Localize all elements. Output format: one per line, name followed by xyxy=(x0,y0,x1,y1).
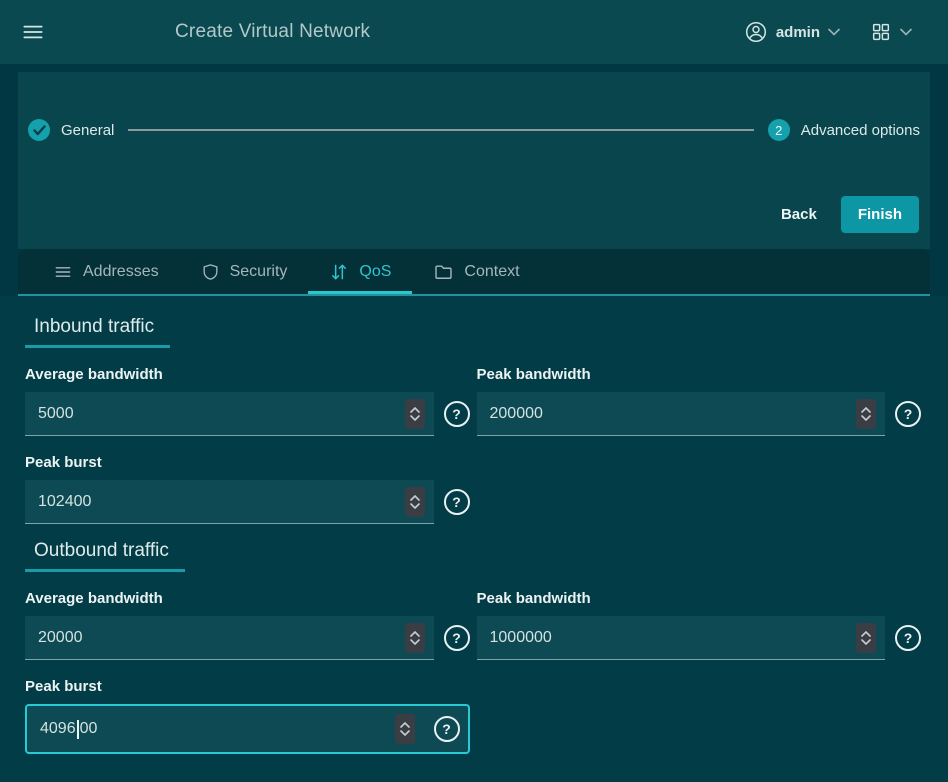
tab-label: QoS xyxy=(359,263,391,281)
step-completed-check-icon xyxy=(28,119,50,141)
chevron-down-icon xyxy=(900,28,912,36)
apps-menu[interactable] xyxy=(870,21,912,43)
outbound-average-bandwidth-input[interactable] xyxy=(38,629,405,647)
help-icon[interactable]: ? xyxy=(895,625,921,651)
inbound-peak-bandwidth-input[interactable] xyxy=(490,405,857,423)
hamburger-menu-icon[interactable] xyxy=(20,19,46,45)
wizard-actions: Back Finish xyxy=(771,196,919,233)
number-input[interactable] xyxy=(477,616,886,660)
list-icon xyxy=(53,262,73,282)
focused-number-input[interactable]: 409600 ? xyxy=(25,704,470,754)
stepper-connector xyxy=(128,129,753,131)
number-stepper-icon[interactable] xyxy=(405,399,425,429)
finish-button[interactable]: Finish xyxy=(841,196,919,233)
field-outbound-peak-bandwidth: Peak bandwidth ? xyxy=(477,590,922,660)
help-icon[interactable]: ? xyxy=(434,716,460,742)
tab-addresses[interactable]: Addresses xyxy=(32,249,180,294)
app-header: Create Virtual Network admin xyxy=(0,0,948,64)
step-label: Advanced options xyxy=(801,122,920,139)
field-label: Peak bandwidth xyxy=(477,590,922,607)
field-outbound-peak-burst: Peak burst 409600 ? xyxy=(25,678,470,754)
inbound-peak-burst-input[interactable] xyxy=(38,493,405,511)
number-stepper-icon[interactable] xyxy=(856,399,876,429)
number-input[interactable] xyxy=(25,480,434,524)
apps-grid-icon xyxy=(870,21,892,43)
field-inbound-average-bandwidth: Average bandwidth ? xyxy=(25,366,470,436)
help-icon[interactable]: ? xyxy=(444,401,470,427)
tab-context[interactable]: Context xyxy=(412,249,540,294)
user-avatar-icon xyxy=(744,20,768,44)
fields-grid: Average bandwidth ? Peak bandwidth xyxy=(25,366,921,524)
field-label: Average bandwidth xyxy=(25,590,470,607)
number-stepper-icon[interactable] xyxy=(405,623,425,653)
section-title: Inbound traffic xyxy=(25,316,170,348)
outbound-peak-bandwidth-input[interactable] xyxy=(490,629,857,647)
number-stepper-icon[interactable] xyxy=(405,487,425,517)
tab-label: Context xyxy=(464,263,519,281)
number-input[interactable] xyxy=(477,392,886,436)
user-name: admin xyxy=(776,24,820,41)
user-menu[interactable]: admin xyxy=(744,20,840,44)
outbound-peak-burst-input[interactable]: 409600 xyxy=(40,720,395,739)
chevron-down-icon xyxy=(828,28,840,36)
inbound-average-bandwidth-input[interactable] xyxy=(38,405,405,423)
number-input[interactable] xyxy=(25,392,434,436)
help-icon[interactable]: ? xyxy=(444,625,470,651)
tab-security[interactable]: Security xyxy=(180,249,309,294)
qos-form: Inbound traffic Average bandwidth ? P xyxy=(0,296,948,782)
field-inbound-peak-burst: Peak burst ? xyxy=(25,454,470,524)
step-advanced-options[interactable]: 2 Advanced options xyxy=(768,119,920,141)
step-general[interactable]: General xyxy=(28,119,114,141)
number-stepper-icon[interactable] xyxy=(395,714,415,744)
number-stepper-icon[interactable] xyxy=(856,623,876,653)
text-cursor xyxy=(77,720,79,739)
header-right: admin xyxy=(744,20,912,44)
field-label: Average bandwidth xyxy=(25,366,470,383)
section-inbound-traffic: Inbound traffic Average bandwidth ? P xyxy=(25,316,921,524)
back-button[interactable]: Back xyxy=(771,198,827,231)
wizard-card: General 2 Advanced options Back Finish xyxy=(18,72,930,249)
stepper: General 2 Advanced options xyxy=(18,72,930,141)
page-title: Create Virtual Network xyxy=(175,21,370,43)
section-title: Outbound traffic xyxy=(25,540,185,572)
field-outbound-average-bandwidth: Average bandwidth ? xyxy=(25,590,470,660)
sort-arrows-icon xyxy=(329,262,349,282)
tab-label: Addresses xyxy=(83,263,159,281)
field-label: Peak burst xyxy=(25,678,470,695)
folder-icon xyxy=(433,262,454,282)
shield-icon xyxy=(201,262,220,282)
tab-qos[interactable]: QoS xyxy=(308,249,412,294)
step-label: General xyxy=(61,122,114,139)
field-label: Peak burst xyxy=(25,454,470,471)
fields-grid: Average bandwidth ? Peak bandwidth xyxy=(25,590,921,754)
help-icon[interactable]: ? xyxy=(895,401,921,427)
field-label: Peak bandwidth xyxy=(477,366,922,383)
section-outbound-traffic: Outbound traffic Average bandwidth ? xyxy=(25,540,921,754)
number-input[interactable] xyxy=(25,616,434,660)
field-inbound-peak-bandwidth: Peak bandwidth ? xyxy=(477,366,922,436)
tab-label: Security xyxy=(230,263,288,281)
tab-strip: Addresses Security QoS Context xyxy=(18,249,930,296)
step-number-badge: 2 xyxy=(768,119,790,141)
help-icon[interactable]: ? xyxy=(444,489,470,515)
